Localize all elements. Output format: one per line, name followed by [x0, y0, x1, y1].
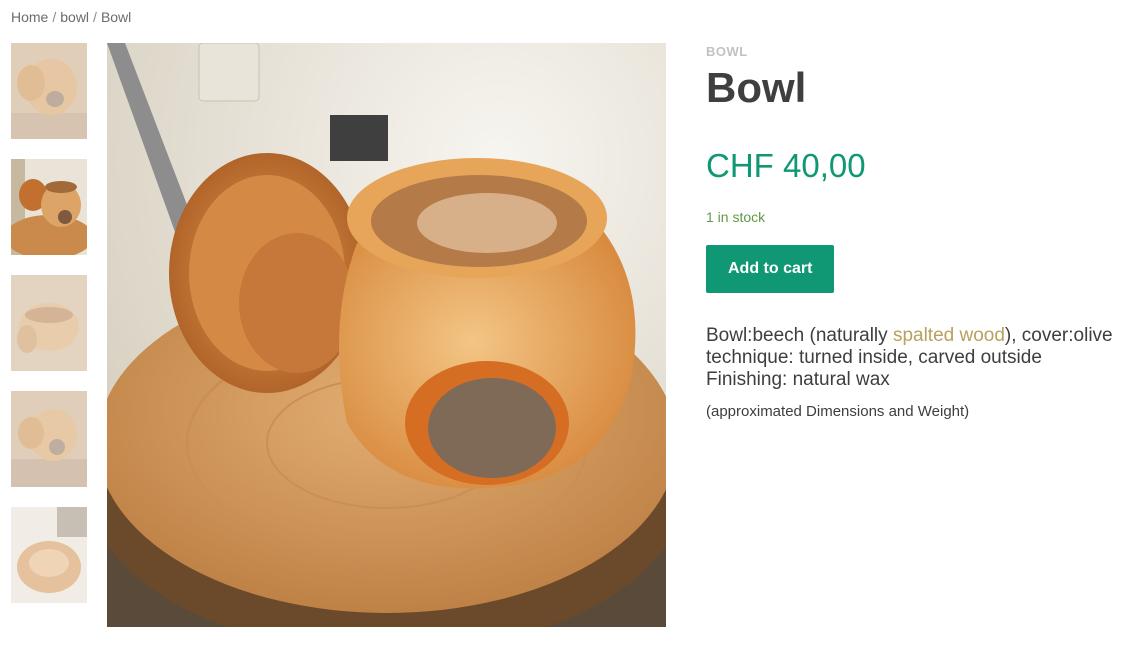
- breadcrumb-separator: /: [52, 9, 57, 25]
- breadcrumb-separator: /: [93, 9, 97, 25]
- description-line: Bowl:beech (naturally spalted wood), cov…: [706, 325, 1136, 347]
- product-thumbnail[interactable]: [11, 391, 87, 487]
- spalted-wood-link[interactable]: spalted wood: [893, 325, 1005, 346]
- thumbnail-gallery: [11, 43, 87, 623]
- dimensions-note: (approximated Dimensions and Weight): [706, 403, 970, 420]
- description-line: technique: turned inside, carved outside: [706, 347, 1042, 368]
- product-price: CHF 40,00: [706, 147, 866, 184]
- stock-status: 1 in stock: [706, 209, 766, 225]
- breadcrumb-category-link[interactable]: bowl: [60, 9, 89, 25]
- breadcrumb: Home / bowl / Bowl: [11, 9, 131, 25]
- add-to-cart-button[interactable]: Add to cart: [706, 245, 835, 293]
- product-description: Bowl:beech (naturally spalted wood), cov…: [706, 325, 1136, 391]
- product-thumbnail[interactable]: [11, 275, 87, 371]
- breadcrumb-current: Bowl: [100, 9, 132, 25]
- product-thumbnail[interactable]: [11, 159, 87, 255]
- product-title: Bowl: [706, 64, 807, 111]
- product-category[interactable]: BOWL: [706, 44, 1136, 59]
- product-main-image[interactable]: [107, 43, 666, 627]
- description-text: Bowl:beech (naturally: [706, 325, 893, 346]
- description-text: ), cover:olive: [1004, 325, 1113, 346]
- product-thumbnail[interactable]: [11, 507, 87, 603]
- description-line: Finishing: natural wax: [706, 369, 890, 390]
- product-summary: BOWL Bowl CHF 40,00 1 in stock Add to ca…: [706, 44, 1136, 420]
- breadcrumb-home-link[interactable]: Home: [11, 9, 48, 25]
- product-thumbnail[interactable]: [11, 43, 87, 139]
